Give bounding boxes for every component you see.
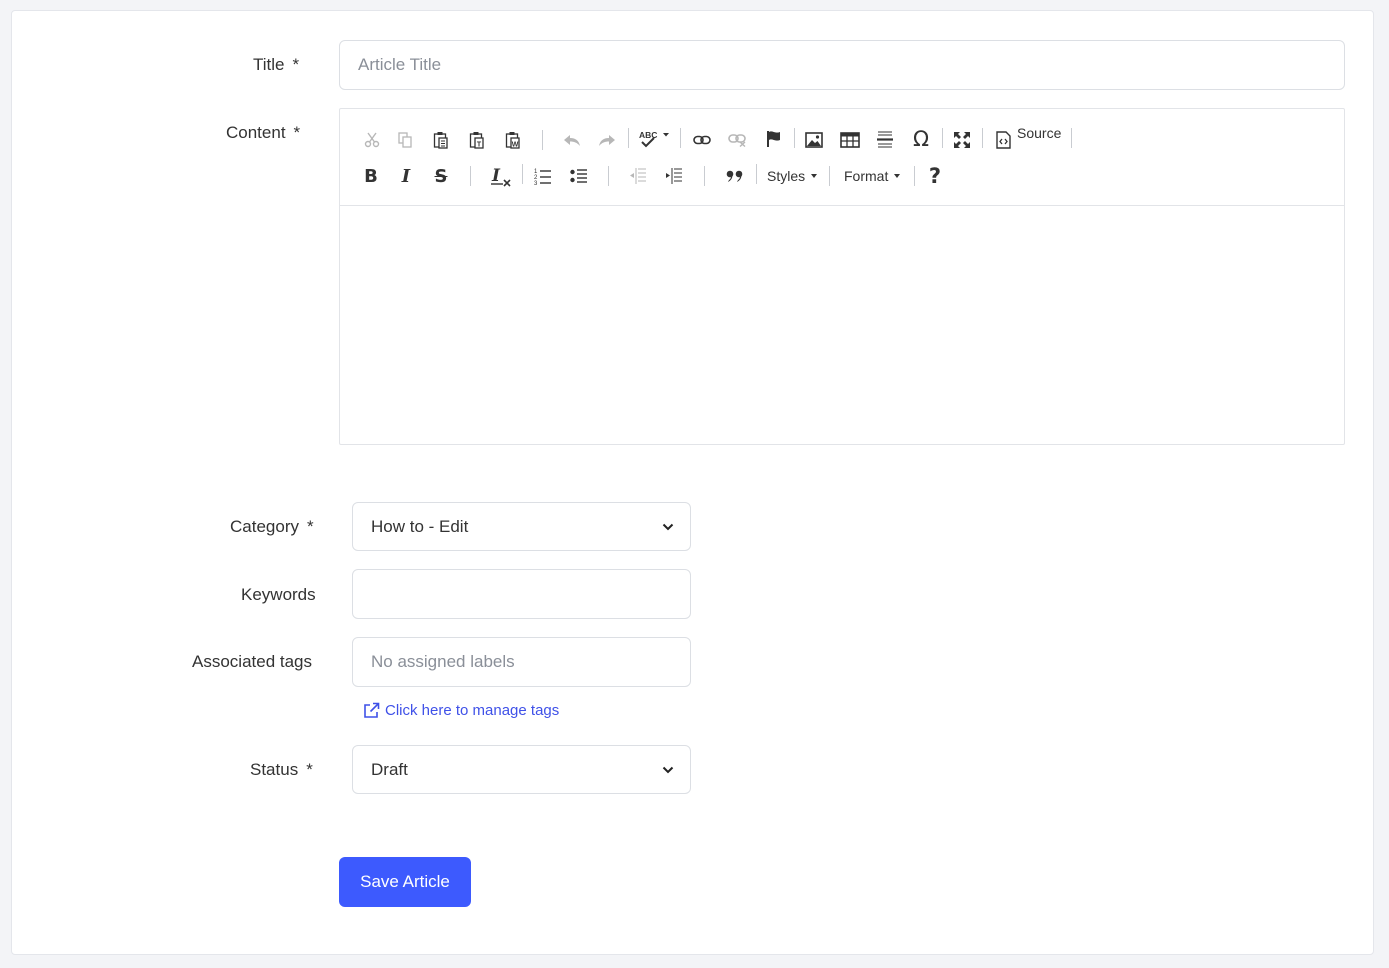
- category-value: How to - Edit: [371, 516, 469, 536]
- toolbar-separator: [470, 166, 471, 186]
- article-form-card: Title * Article Title Content * T W ABC …: [11, 10, 1374, 955]
- toolbar-separator: [942, 128, 943, 148]
- source-button[interactable]: Source: [1017, 124, 1061, 142]
- styles-label: Styles: [767, 168, 806, 184]
- strike-icon[interactable]: S: [429, 165, 453, 187]
- title-placeholder: Article Title: [358, 55, 442, 74]
- indent-icon[interactable]: [662, 165, 686, 187]
- paste-icon[interactable]: [429, 129, 453, 151]
- toolbar-separator: [704, 166, 705, 186]
- chevron-down-icon: [662, 523, 674, 530]
- toolbar-separator: [628, 128, 629, 148]
- svg-text:T: T: [477, 142, 482, 149]
- svg-text:I: I: [491, 166, 501, 186]
- manage-tags-label: Click here to manage tags: [385, 702, 560, 719]
- toolbar-separator: [608, 166, 609, 186]
- keywords-input[interactable]: [352, 569, 691, 619]
- rich-text-editor: T W ABC Ω Source B I S I 1 2 3 Styles Fo…: [339, 108, 1345, 445]
- numbered-list-icon[interactable]: 123: [531, 165, 555, 187]
- tags-placeholder: No assigned labels: [371, 652, 515, 671]
- editor-toolbar: T W ABC Ω Source B I S I 1 2 3 Styles Fo…: [340, 109, 1344, 206]
- format-dropdown[interactable]: Format: [844, 167, 901, 185]
- editor-content-area[interactable]: [340, 206, 1344, 444]
- bold-icon[interactable]: B: [359, 165, 383, 187]
- toolbar-separator: [1071, 128, 1072, 148]
- anchor-icon[interactable]: [762, 128, 786, 150]
- source-icon[interactable]: [992, 129, 1014, 151]
- tags-input[interactable]: No assigned labels: [352, 637, 691, 687]
- paste-word-icon[interactable]: W: [501, 129, 525, 151]
- cut-icon[interactable]: [360, 129, 384, 151]
- external-link-icon: [364, 702, 380, 718]
- format-label: Format: [844, 168, 889, 184]
- bulleted-list-icon[interactable]: [567, 165, 591, 187]
- italic-icon[interactable]: I: [394, 165, 418, 187]
- chevron-down-icon: [894, 174, 901, 178]
- category-label: Category *: [230, 517, 314, 536]
- tags-label: Associated tags: [192, 652, 313, 671]
- status-label: Status *: [250, 760, 313, 779]
- undo-icon[interactable]: [560, 129, 584, 151]
- table-icon[interactable]: [837, 129, 863, 151]
- outdent-icon[interactable]: [626, 165, 650, 187]
- status-value: Draft: [371, 759, 408, 779]
- special-char-icon[interactable]: Ω: [909, 127, 933, 151]
- redo-icon[interactable]: [595, 129, 619, 151]
- spellcheck-icon[interactable]: ABC: [637, 127, 671, 151]
- paste-text-icon[interactable]: T: [465, 129, 489, 151]
- toolbar-separator: [829, 166, 830, 186]
- category-select[interactable]: How to - Edit: [352, 502, 691, 551]
- svg-text:3: 3: [534, 181, 538, 185]
- blockquote-icon[interactable]: [723, 165, 747, 187]
- content-label: Content *: [226, 123, 301, 142]
- link-icon[interactable]: [690, 129, 714, 151]
- save-article-button[interactable]: Save Article: [339, 857, 471, 907]
- manage-tags-link[interactable]: Click here to manage tags: [363, 702, 559, 719]
- toolbar-separator: [794, 128, 795, 148]
- title-label: Title *: [253, 55, 300, 74]
- title-input[interactable]: Article Title: [339, 40, 1345, 90]
- toolbar-separator: [982, 128, 983, 148]
- unlink-icon[interactable]: [725, 129, 749, 151]
- help-icon[interactable]: ?: [923, 164, 947, 188]
- toolbar-separator: [756, 164, 757, 184]
- toolbar-separator: [914, 166, 915, 186]
- svg-text:W: W: [512, 142, 519, 149]
- image-icon[interactable]: [802, 129, 826, 151]
- remove-format-icon[interactable]: I: [488, 164, 514, 188]
- toolbar-separator: [522, 164, 523, 184]
- keywords-label: Keywords: [241, 585, 316, 604]
- styles-dropdown[interactable]: Styles: [767, 167, 818, 185]
- chevron-down-icon: [811, 174, 818, 178]
- toolbar-separator: [542, 130, 543, 150]
- horizontal-line-icon[interactable]: [873, 129, 897, 151]
- svg-text:ABC: ABC: [639, 130, 657, 140]
- status-select[interactable]: Draft: [352, 745, 691, 794]
- toolbar-separator: [680, 128, 681, 148]
- chevron-down-icon: [662, 766, 674, 773]
- copy-icon[interactable]: [393, 129, 417, 151]
- maximize-icon[interactable]: [950, 129, 974, 151]
